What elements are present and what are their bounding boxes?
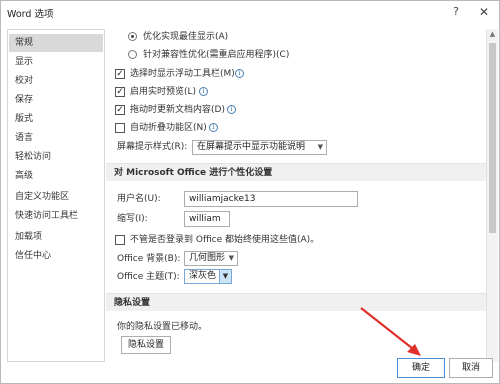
sidebar-item-addins[interactable]: 加载项 <box>9 228 103 246</box>
word-options-dialog: Word 选项 ? ✕ 常规 显示 校对 保存 版式 语言 轻松访问 高级 自定… <box>0 0 500 384</box>
privacy-settings-button[interactable]: 隐私设置 <box>121 336 171 354</box>
radio-optimize[interactable] <box>128 32 137 41</box>
sidebar-item-save[interactable]: 保存 <box>9 91 103 109</box>
help-button[interactable]: ? <box>447 3 465 21</box>
sidebar-item-display[interactable]: 显示 <box>9 53 103 71</box>
sidebar-item-language[interactable]: 语言 <box>9 129 103 147</box>
sidebar-item-accessibility[interactable]: 轻松访问 <box>9 148 103 166</box>
dialog-title: Word 选项 <box>7 9 54 20</box>
chevron-down-icon: ▼ <box>228 254 234 262</box>
privacy-moved-text: 你的隐私设置已移动。 <box>117 322 208 332</box>
radio-compat[interactable] <box>128 50 137 59</box>
sidebar-item-customize-ribbon[interactable]: 自定义功能区 <box>9 188 103 206</box>
scroll-up-icon[interactable]: ▲ <box>487 29 498 40</box>
checkbox-always-use[interactable] <box>115 235 125 245</box>
dragupdate-label: 拖动时更新文档内容(D) <box>130 105 225 115</box>
checkbox-minitoolbar[interactable]: ✓ <box>115 69 125 79</box>
office-theme-value: 深灰色 <box>189 271 217 281</box>
radio-optimize-label: 优化实现最佳显示(A) <box>143 32 229 42</box>
sidebar-item-advanced[interactable]: 高级 <box>9 167 103 185</box>
sidebar-item-quick-access-toolbar[interactable]: 快速访问工具栏 <box>9 207 103 225</box>
sidebar-item-general[interactable]: 常规 <box>9 34 103 52</box>
chevron-down-icon[interactable]: ▼ <box>219 270 231 283</box>
initials-label: 缩写(I): <box>117 214 148 224</box>
title-bar: Word 选项 ? ✕ <box>1 1 499 23</box>
info-icon: i <box>235 69 244 78</box>
always-use-label: 不管是否登录到 Office 都始终使用这些值(A)。 <box>130 235 320 245</box>
options-content-panel: 优化实现最佳显示(A) 针对兼容性优化(需重启应用程序)(C) ✓ 选择时显示浮… <box>106 29 486 362</box>
info-icon: i <box>227 105 236 114</box>
username-field[interactable]: williamjacke13 <box>184 191 358 207</box>
office-theme-select[interactable]: 深灰色 ▼ <box>184 269 232 284</box>
office-background-select[interactable]: 几何图形 ▼ <box>184 251 238 266</box>
annotation-arrow-icon <box>360 307 421 356</box>
background-label: Office 背景(B): <box>117 254 181 264</box>
minitoolbar-label: 选择时显示浮动工具栏(M) <box>130 69 235 79</box>
office-background-value: 几何图形 <box>189 253 226 263</box>
initials-field[interactable]: william <box>184 211 230 227</box>
username-label: 用户名(U): <box>117 194 161 204</box>
privacy-section-header: 隐私设置 <box>106 293 486 311</box>
checkbox-collapse[interactable] <box>115 123 125 133</box>
options-category-list: 常规 显示 校对 保存 版式 语言 轻松访问 高级 自定义功能区 快速访问工具栏… <box>7 29 105 362</box>
scrollbar-thumb[interactable] <box>489 43 496 233</box>
ok-button[interactable]: 确定 <box>397 358 445 378</box>
tooltip-style-select[interactable]: 在屏幕提示中显示功能说明 ▼ <box>192 140 327 155</box>
tooltip-style-label: 屏幕提示样式(R): <box>117 142 188 152</box>
sidebar-item-trust-center[interactable]: 信任中心 <box>9 247 103 265</box>
collapse-label: 自动折叠功能区(N) <box>130 123 207 133</box>
checkbox-dragupdate[interactable]: ✓ <box>115 105 125 115</box>
info-icon: i <box>209 123 218 132</box>
tooltip-style-value: 在屏幕提示中显示功能说明 <box>197 142 306 152</box>
sidebar-item-proofing[interactable]: 校对 <box>9 72 103 90</box>
livepreview-label: 启用实时预览(L) <box>130 87 197 97</box>
personalize-section-header: 对 Microsoft Office 进行个性化设置 <box>106 163 486 181</box>
chevron-down-icon: ▼ <box>317 143 323 151</box>
checkbox-livepreview[interactable]: ✓ <box>115 87 125 97</box>
theme-label: Office 主题(T): <box>117 272 180 282</box>
radio-compat-label: 针对兼容性优化(需重启应用程序)(C) <box>143 50 290 60</box>
content-scrollbar[interactable]: ▲ <box>486 29 498 362</box>
sidebar-item-layout[interactable]: 版式 <box>9 110 103 128</box>
info-icon: i <box>199 87 208 96</box>
close-icon[interactable]: ✕ <box>475 3 493 21</box>
cancel-button[interactable]: 取消 <box>449 358 493 378</box>
